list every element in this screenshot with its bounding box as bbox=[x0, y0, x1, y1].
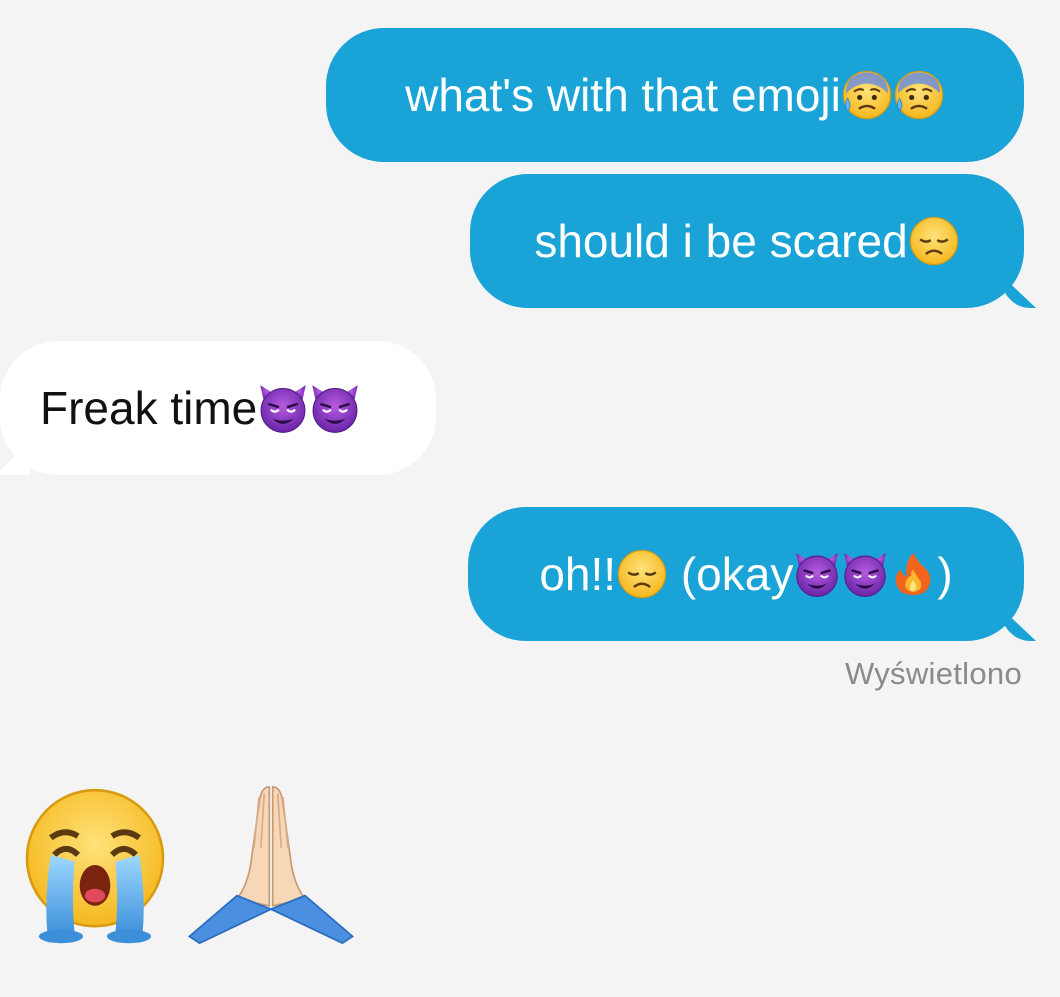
anxious-face-with-sweat-icon bbox=[842, 70, 892, 120]
seen-status: Wyświetlono bbox=[844, 656, 1022, 691]
smiling-face-with-horns-icon bbox=[844, 552, 887, 597]
message-text-part: (okay bbox=[668, 548, 794, 600]
smiling-face-with-horns-icon bbox=[796, 552, 839, 597]
message-bubble-outgoing[interactable]: what's with that emoji bbox=[326, 28, 1024, 162]
message-bubble-outgoing[interactable]: oh!! (okay ) bbox=[468, 507, 1024, 641]
message-text-part: oh!! bbox=[539, 548, 617, 600]
message-bubble-incoming[interactable]: Freak time bbox=[0, 341, 436, 475]
message-bubble-outgoing[interactable]: should i be scared bbox=[470, 174, 1024, 308]
message-text: what's with that emoji bbox=[405, 69, 841, 121]
chat-thread: what's with that emoji should i be scare… bbox=[0, 0, 1060, 997]
message-text: should i be scared bbox=[534, 215, 908, 267]
smiling-face-with-horns-icon bbox=[312, 385, 359, 433]
message-text-part: ) bbox=[937, 548, 953, 600]
disappointed-face-icon bbox=[909, 216, 958, 266]
message-text: Freak time bbox=[40, 382, 258, 434]
smiling-face-with-horns-icon bbox=[260, 385, 307, 433]
fire-icon bbox=[895, 552, 931, 595]
disappointed-face-icon bbox=[617, 549, 667, 599]
loudly-crying-face-icon bbox=[25, 788, 165, 944]
anxious-face-with-sweat-icon bbox=[894, 70, 944, 120]
folded-hands-icon bbox=[187, 785, 355, 945]
